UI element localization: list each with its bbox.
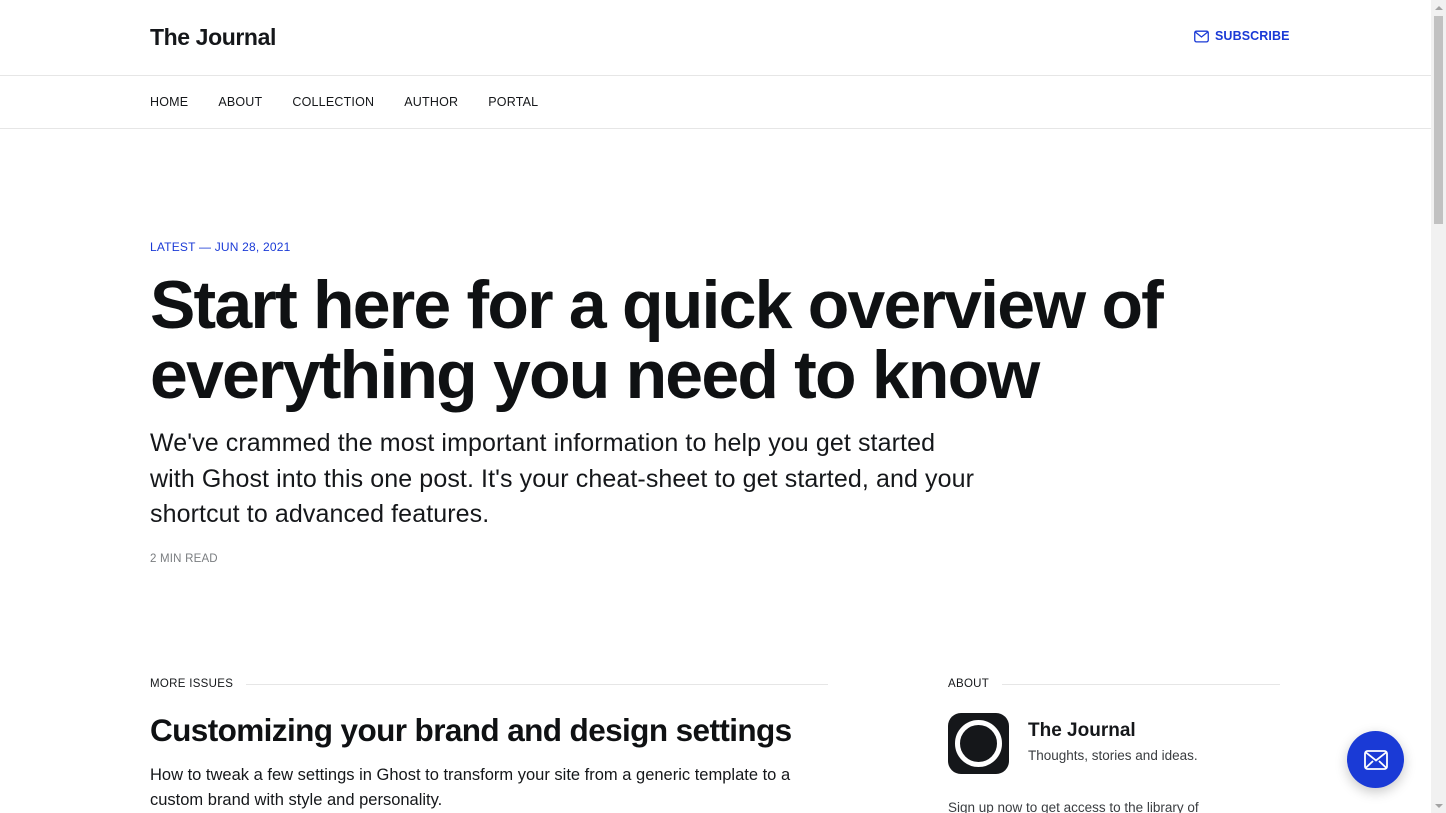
about-signup-text: Sign up now to get access to the library… xyxy=(948,800,1199,813)
site-header: The Journal SUBSCRIBE xyxy=(0,0,1431,76)
more-issues-label: MORE ISSUES xyxy=(150,678,234,690)
about-header: ABOUT xyxy=(948,678,1280,690)
featured-title[interactable]: Start here for a quick overview of every… xyxy=(150,270,1290,410)
about-name: The Journal xyxy=(1028,720,1136,741)
post-title[interactable]: Customizing your brand and design settin… xyxy=(150,712,850,749)
circle-icon xyxy=(955,720,1002,767)
scrollbar-thumb[interactable] xyxy=(1434,16,1443,224)
scroll-down-button[interactable] xyxy=(1431,798,1446,813)
envelope-icon xyxy=(1194,30,1209,42)
site-logo[interactable]: The Journal xyxy=(150,24,276,51)
nav-item-collection[interactable]: COLLECTION xyxy=(292,95,374,109)
nav-item-author[interactable]: AUTHOR xyxy=(404,95,458,109)
portal-trigger-button[interactable] xyxy=(1347,731,1404,788)
featured-excerpt: We've crammed the most important informa… xyxy=(150,429,975,528)
vertical-scrollbar[interactable] xyxy=(1431,0,1446,813)
nav-item-portal[interactable]: PORTAL xyxy=(488,95,538,109)
more-issues-header: MORE ISSUES xyxy=(150,678,828,690)
scroll-up-button[interactable] xyxy=(1431,0,1446,15)
divider xyxy=(1002,683,1280,685)
site-icon xyxy=(948,713,1009,774)
main-nav: HOME ABOUT COLLECTION AUTHOR PORTAL xyxy=(0,76,1431,129)
subscribe-button[interactable]: SUBSCRIBE xyxy=(1194,29,1290,43)
post-excerpt: How to tweak a few settings in Ghost to … xyxy=(150,766,791,809)
nav-item-about[interactable]: ABOUT xyxy=(218,95,262,109)
subscribe-label: SUBSCRIBE xyxy=(1215,29,1290,43)
page: The Journal SUBSCRIBE HOME ABOUT COLLECT… xyxy=(0,0,1431,813)
nav-item-home[interactable]: HOME xyxy=(150,95,188,109)
about-description: Thoughts, stories and ideas. xyxy=(1028,748,1198,763)
featured-kicker: LATEST — JUN 28, 2021 xyxy=(150,240,291,254)
about-label: ABOUT xyxy=(948,678,990,690)
arrow-down-icon xyxy=(1434,803,1443,808)
featured-read-time: 2 MIN READ xyxy=(150,553,218,565)
envelope-icon xyxy=(1363,749,1388,770)
arrow-up-icon xyxy=(1434,5,1443,10)
divider xyxy=(246,683,828,685)
